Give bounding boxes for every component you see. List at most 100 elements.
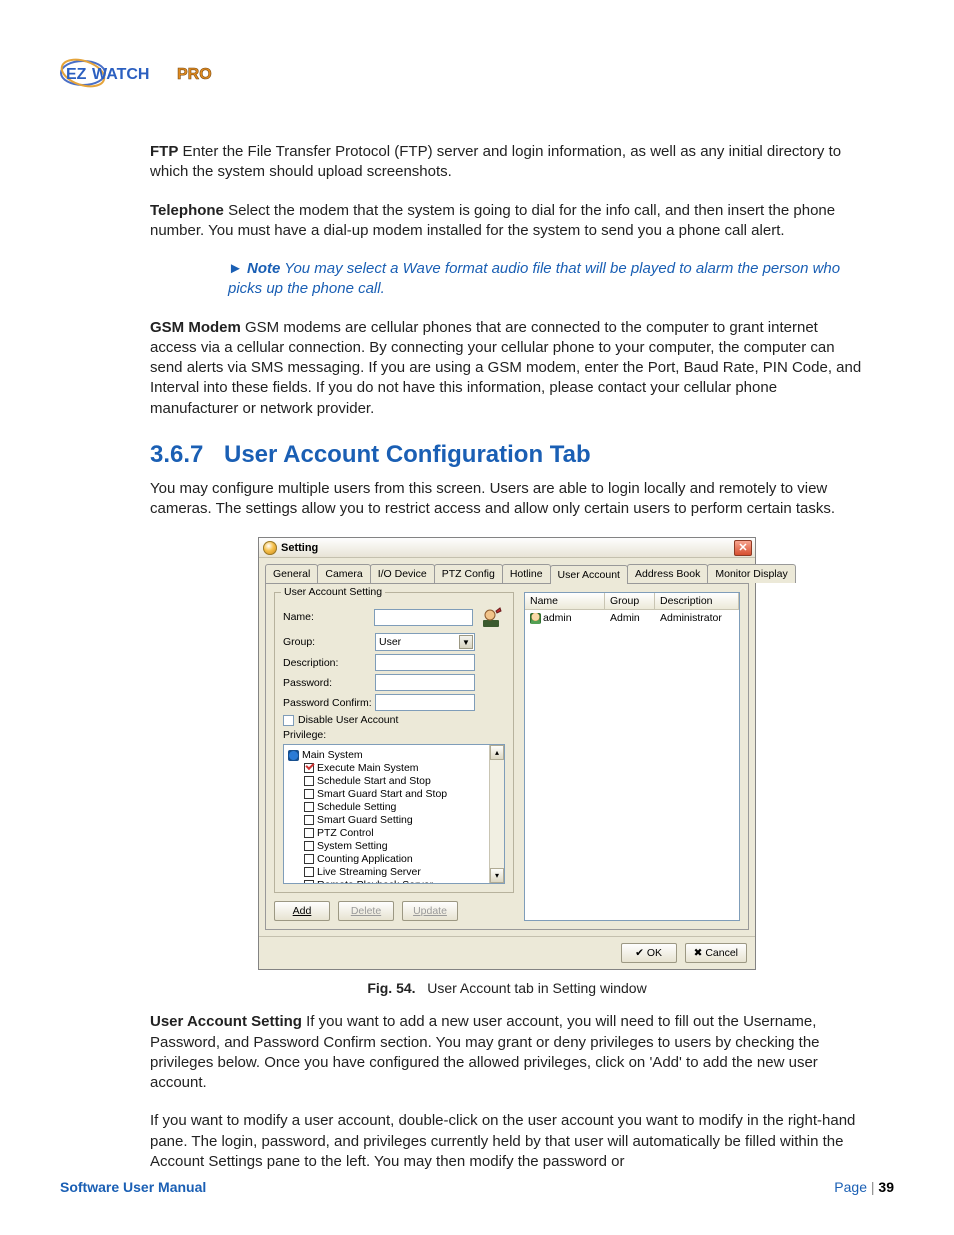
list-row[interactable]: admin Admin Administrator [525, 610, 739, 626]
gsm-text: GSM modems are cellular phones that are … [150, 319, 861, 417]
col-description[interactable]: Description [655, 593, 739, 609]
group-select[interactable]: User ▼ [375, 633, 475, 651]
tab-camera[interactable]: Camera [317, 564, 370, 583]
user-list[interactable]: Name Group Description admin Admin Admin… [524, 592, 740, 921]
footer-right: Page | 39 [834, 1179, 894, 1195]
section-number: 3.6.7 [150, 441, 224, 469]
svg-text:EZ: EZ [66, 66, 87, 83]
priv-checkbox[interactable] [304, 763, 314, 773]
priv-checkbox[interactable] [304, 802, 314, 812]
name-input[interactable] [374, 609, 473, 626]
user-account-setting-fieldset: User Account Setting Name: [274, 592, 514, 893]
telephone-text: Select the modem that the system is goin… [150, 202, 835, 239]
disable-user-account-label: Disable User Account [298, 714, 398, 726]
tab-io-device[interactable]: I/O Device [370, 564, 435, 583]
update-button[interactable]: Update [402, 901, 458, 921]
priv-checkbox[interactable] [304, 815, 314, 825]
section-heading: 3.6.7User Account Configuration Tab [150, 441, 864, 469]
gsm-paragraph: GSM Modem GSM modems are cellular phones… [150, 318, 864, 419]
delete-button[interactable]: Delete [338, 901, 394, 921]
tab-strip: General Camera I/O Device PTZ Config Hot… [259, 558, 755, 583]
user-row-icon [530, 613, 541, 624]
svg-text:WATCH: WATCH [92, 66, 149, 83]
user-icon [479, 604, 505, 630]
dialog-title: Setting [281, 542, 734, 554]
ftp-label: FTP [150, 143, 178, 160]
tab-address-book[interactable]: Address Book [627, 564, 708, 583]
main-system-icon [288, 750, 299, 761]
priv-checkbox[interactable] [304, 854, 314, 864]
tab-monitor-display[interactable]: Monitor Display [707, 564, 795, 583]
page-footer: Software User Manual Page | 39 [60, 1179, 894, 1195]
privilege-label: Privilege: [283, 729, 326, 741]
priv-label: Remote Playback Server [317, 879, 433, 884]
modify-paragraph: If you want to modify a user account, do… [150, 1111, 864, 1172]
description-label: Description: [283, 657, 375, 669]
tab-user-account[interactable]: User Account [550, 565, 628, 584]
password-confirm-input[interactable] [375, 694, 475, 711]
setting-dialog: Setting ✕ General Camera I/O Device PTZ … [258, 537, 756, 970]
note-arrow-icon: ► [228, 260, 243, 277]
password-input[interactable] [375, 674, 475, 691]
x-icon: ✖ [694, 947, 703, 959]
figure-text: User Account tab in Setting window [427, 980, 646, 996]
scroll-down-icon[interactable]: ▾ [490, 868, 504, 883]
footer-page-number: 39 [878, 1179, 894, 1195]
note-text: You may select a Wave format audio file … [228, 260, 840, 297]
note-label: Note [247, 260, 280, 277]
add-button[interactable]: Add [274, 901, 330, 921]
ftp-paragraph: FTP Enter the File Transfer Protocol (FT… [150, 142, 864, 183]
row-group: Admin [610, 612, 660, 624]
figure-label: Fig. 54. [367, 980, 415, 996]
col-name[interactable]: Name [525, 593, 605, 609]
ftp-text: Enter the File Transfer Protocol (FTP) s… [150, 143, 841, 180]
group-label: Group: [283, 636, 375, 648]
tree-scrollbar[interactable]: ▴ ▾ [489, 745, 504, 883]
disable-user-account-checkbox[interactable] [283, 715, 294, 726]
priv-label: Counting Application [317, 853, 413, 865]
priv-label: Smart Guard Setting [317, 814, 413, 826]
scroll-up-icon[interactable]: ▴ [490, 745, 504, 760]
priv-label: Schedule Start and Stop [317, 775, 431, 787]
priv-label: Execute Main System [317, 762, 419, 774]
password-confirm-label: Password Confirm: [283, 697, 375, 709]
col-group[interactable]: Group [605, 593, 655, 609]
name-label: Name: [283, 611, 374, 623]
description-input[interactable] [375, 654, 475, 671]
uas-label: User Account Setting [150, 1013, 302, 1030]
priv-checkbox[interactable] [304, 867, 314, 877]
figure-caption: Fig. 54. User Account tab in Setting win… [150, 980, 864, 996]
note-block: ► Note You may select a Wave format audi… [228, 259, 864, 300]
section-title: User Account Configuration Tab [224, 441, 591, 468]
fieldset-legend: User Account Setting [281, 586, 385, 598]
footer-bar: | [867, 1179, 878, 1195]
cancel-button[interactable]: ✖ Cancel [685, 943, 747, 963]
priv-checkbox[interactable] [304, 828, 314, 838]
footer-left: Software User Manual [60, 1179, 206, 1195]
chevron-down-icon: ▼ [459, 635, 473, 649]
tab-ptz-config[interactable]: PTZ Config [434, 564, 503, 583]
close-button[interactable]: ✕ [734, 540, 752, 556]
priv-label: System Setting [317, 840, 388, 852]
priv-checkbox[interactable] [304, 880, 314, 884]
priv-checkbox[interactable] [304, 789, 314, 799]
row-name: admin [543, 612, 572, 624]
tab-hotline[interactable]: Hotline [502, 564, 551, 583]
tab-general[interactable]: General [265, 564, 318, 583]
telephone-paragraph: Telephone Select the modem that the syst… [150, 201, 864, 242]
footer-page-label: Page [834, 1179, 867, 1195]
svg-text:PRO: PRO [177, 66, 212, 83]
group-value: User [379, 636, 401, 648]
priv-label: Smart Guard Start and Stop [317, 788, 447, 800]
privilege-tree[interactable]: Main System Execute Main System Schedule… [283, 744, 505, 884]
priv-label: PTZ Control [317, 827, 374, 839]
password-label: Password: [283, 677, 375, 689]
priv-checkbox[interactable] [304, 776, 314, 786]
check-icon: ✔ [635, 947, 644, 959]
gsm-label: GSM Modem [150, 319, 241, 336]
telephone-label: Telephone [150, 202, 224, 219]
ok-button[interactable]: ✔ OK [621, 943, 677, 963]
uas-paragraph: User Account Setting If you want to add … [150, 1012, 864, 1093]
priv-checkbox[interactable] [304, 841, 314, 851]
app-icon [263, 541, 277, 555]
